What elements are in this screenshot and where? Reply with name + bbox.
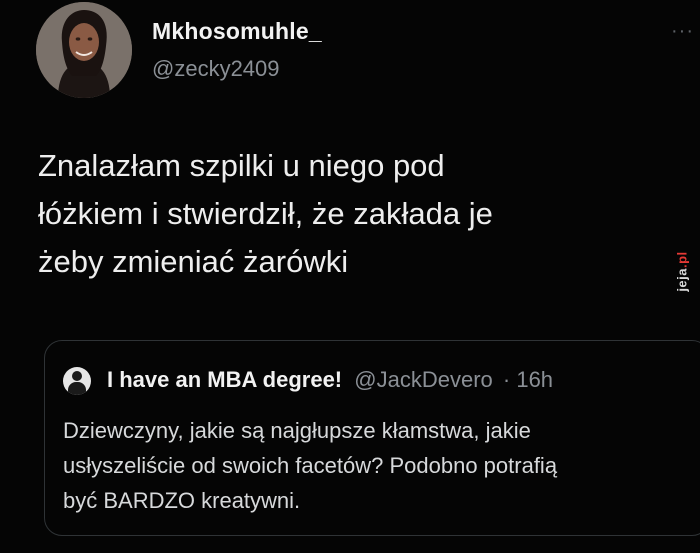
watermark-text: jeja.pl <box>674 250 690 292</box>
author-photo <box>36 2 132 98</box>
quoted-text: Dziewczyny, jakie są najgłupsze kłamstwa… <box>63 413 643 518</box>
quoted-handle[interactable]: @JackDevero <box>354 367 493 392</box>
quoted-line: usłyszeliście od swoich facetów? Podobno… <box>63 453 558 478</box>
quoted-time[interactable]: · 16h <box>503 367 553 392</box>
avatar-body <box>68 382 86 395</box>
quoted-line: Dziewczyny, jakie są najgłupsze kłamstwa… <box>63 418 531 443</box>
avatar-head <box>72 371 82 381</box>
quoted-author-avatar[interactable] <box>63 367 91 395</box>
author-handle[interactable]: @zecky2409 <box>152 56 280 82</box>
quoted-tweet[interactable]: I have an MBA degree! @JackDevero · 16h … <box>44 340 700 536</box>
quoted-line: być BARDZO kreatywni. <box>63 488 301 513</box>
tweet-line: Znalazłam szpilki u niego pod <box>38 148 445 183</box>
author-avatar[interactable] <box>36 2 132 98</box>
quoted-header: I have an MBA degree! @JackDevero · 16h <box>107 367 553 393</box>
tweet-line: łóżkiem i stwierdził, że zakłada je <box>38 196 493 231</box>
quoted-display-name[interactable]: I have an MBA degree! <box>107 367 342 392</box>
tweet-text: Znalazłam szpilki u niego pod łóżkiem i … <box>38 142 598 286</box>
tweet-line: żeby zmieniać żarówki <box>38 244 349 279</box>
jeja-watermark: jeja.pl <box>670 236 694 306</box>
author-display-name[interactable]: Mkhosomuhle_ <box>152 18 322 45</box>
more-options-icon[interactable]: ··· <box>671 20 694 43</box>
